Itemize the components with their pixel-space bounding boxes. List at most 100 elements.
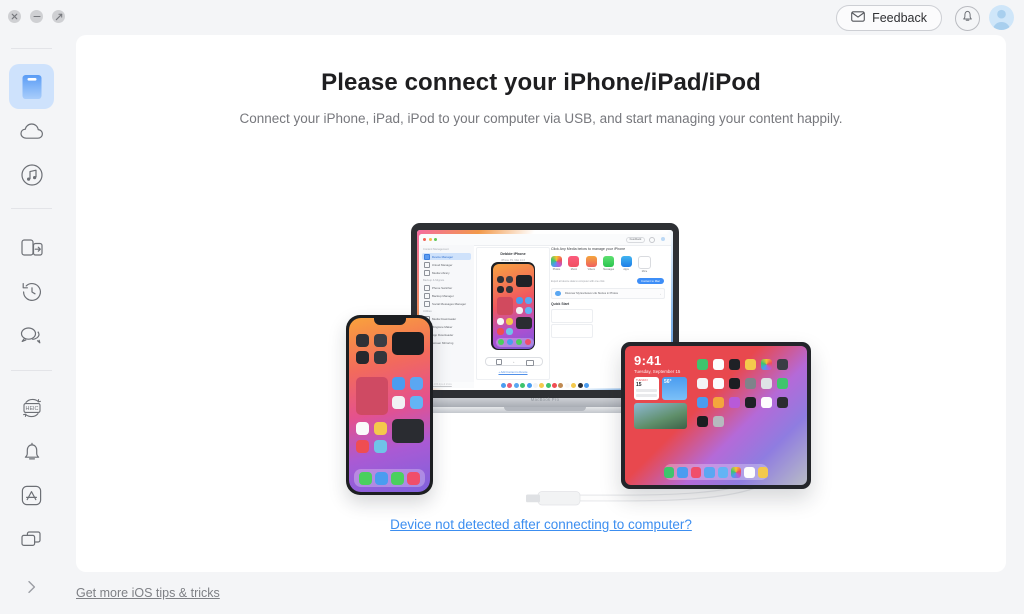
- ipad-dock: [664, 464, 768, 480]
- inner-sidebar-item-label: Ringtone Maker: [432, 324, 453, 329]
- device-not-detected-link[interactable]: Device not detected after connecting to …: [76, 517, 1006, 532]
- sidebar-item-ringtone-maker[interactable]: [9, 429, 54, 474]
- bell-icon: [961, 9, 974, 28]
- cloud-icon: [424, 261, 430, 268]
- sidebar-item-social-messages-manager[interactable]: [9, 313, 54, 358]
- feedback-button[interactable]: Feedback: [836, 5, 942, 31]
- close-icon[interactable]: [8, 10, 21, 23]
- sidebar-item-phone-switcher[interactable]: [9, 225, 54, 270]
- sidebar-item-app-downloader[interactable]: [9, 473, 54, 518]
- ipad-screen: 9:41 Tuesday, September 15 TUESDAY 15 56…: [625, 346, 807, 485]
- inner-sidebar-item-label: Device Manager: [432, 254, 454, 259]
- ipad-device: 9:41 Tuesday, September 15 TUESDAY 15 56…: [621, 342, 811, 489]
- user-avatar-icon: [992, 9, 1011, 30]
- sidebar-expand-button[interactable]: [9, 572, 54, 606]
- sidebar-item-screen-mirroring[interactable]: [9, 517, 54, 562]
- devices-illustration: Feedback Content Management Device Manag…: [261, 175, 821, 515]
- iphone-device: [346, 315, 433, 495]
- inner-media-tile: More: [637, 256, 651, 274]
- top-bar: Feedback: [63, 0, 1024, 33]
- ipad-date: Tuesday, September 15: [634, 369, 681, 374]
- notifications-button[interactable]: [955, 6, 980, 31]
- gear-icon: [649, 237, 655, 244]
- sidebar-item-backup-manager[interactable]: [9, 269, 54, 314]
- inner-sidebar-item-label: iCloud Manager: [432, 262, 453, 267]
- inner-media-tile-label: Music: [570, 268, 578, 272]
- music-icon: [568, 256, 580, 267]
- inner-media-tile: Videos: [585, 256, 597, 273]
- inner-sidebar-group-title: Content Management: [423, 248, 449, 251]
- iphone-dock: [354, 469, 425, 487]
- minimize-icon: [428, 238, 432, 241]
- apps-icon: [620, 256, 632, 267]
- device-phone-icon: [20, 74, 44, 100]
- inner-sidebar-item-label: Phone Switcher: [432, 285, 453, 290]
- computer-icon: [526, 359, 534, 366]
- messages-icon: [603, 256, 615, 267]
- transfer-icon: [424, 284, 430, 291]
- inner-quick-tile: [551, 324, 593, 338]
- inner-device-panel: Debbie·iPhone iPhone XS, Max 14.3 60.5 G…: [476, 247, 550, 380]
- inner-sidebar-item-label: App Downloader: [432, 332, 454, 337]
- inner-sidebar-item: Device Manager: [422, 253, 471, 260]
- cloud-icon: [19, 121, 45, 141]
- page-subtitle: Connect your iPhone, iPad, iPod to your …: [239, 111, 843, 126]
- ipad-widget-calendar: TUESDAY 15: [634, 377, 659, 400]
- inner-sidebar-group-title: Backup & Migrate: [423, 279, 445, 282]
- inner-media-tile-label: More: [641, 270, 648, 274]
- heic-convert-icon: HEIC: [19, 396, 45, 420]
- ipad-widget-weather: 56°: [662, 377, 687, 400]
- inner-sidebar-group-title: Utilities: [423, 310, 432, 313]
- inner-sidebar-item: iCloud Manager: [422, 261, 471, 268]
- inner-sidebar-item: Media Library: [422, 269, 471, 276]
- sidebar-item-icloud-manager[interactable]: [9, 108, 54, 153]
- inner-media-panel: Click Any Media below to manage your iPh…: [551, 247, 668, 338]
- minimize-icon[interactable]: [30, 10, 43, 23]
- bell-icon: [21, 440, 43, 464]
- inner-media-tile: Music: [568, 256, 580, 273]
- avatar[interactable]: [989, 5, 1014, 30]
- inner-banner: Discover My Exclusive Life Stories in Ph…: [551, 288, 665, 299]
- sidebar-item-media-library[interactable]: [9, 152, 54, 197]
- inner-media-tile-label: Messages: [603, 268, 615, 272]
- transfer-icon: [20, 237, 44, 259]
- inner-sidebar-item: Social Messages Manager: [422, 300, 471, 307]
- main-card: Please connect your iPhone/iPad/iPod Con…: [76, 35, 1006, 572]
- inner-media-tile-label: Apps: [623, 268, 629, 272]
- iphone-screen: [349, 318, 430, 492]
- history-clock-icon: [20, 280, 44, 304]
- inner-media-tiles: Photos Music Videos Messages Apps More: [551, 256, 651, 273]
- sidebar-divider: [11, 48, 52, 49]
- chat-bubbles-icon: [19, 325, 44, 346]
- music-note-circle-icon: [20, 163, 44, 187]
- app-store-icon: [20, 484, 43, 507]
- phone-icon: [496, 359, 502, 366]
- chat-bubbles-icon: [424, 300, 430, 307]
- app-window: HEIC Feedback Please connect your iPhone…: [0, 0, 1024, 614]
- chevron-right-icon: [25, 579, 38, 600]
- photos-icon: [551, 256, 562, 267]
- inner-export-note: Export all device data to computer with …: [551, 280, 606, 283]
- device-phone-icon: [424, 253, 430, 260]
- more-icon: [637, 256, 651, 269]
- sidebar-item-heic-converter[interactable]: HEIC: [9, 385, 54, 430]
- inner-media-tile-label: Videos: [587, 268, 595, 272]
- inner-quick-start-title: Quick Start: [551, 302, 570, 306]
- svg-text:HEIC: HEIC: [25, 406, 38, 412]
- sidebar-item-device-manager[interactable]: [9, 64, 54, 109]
- sidebar: HEIC: [0, 0, 65, 614]
- music-note-circle-icon: [424, 269, 430, 276]
- inner-panel-heading: Click Any Media below to manage your iPh…: [551, 247, 626, 251]
- envelope-icon: [851, 11, 865, 25]
- inner-media-tile: Messages: [603, 256, 615, 273]
- feedback-button-label: Feedback: [872, 11, 927, 25]
- macbook-notch: [504, 407, 586, 411]
- inner-sidebar-item: Backup Manager: [422, 292, 471, 299]
- ios-tips-link[interactable]: Get more iOS tips & tricks: [76, 586, 220, 600]
- inner-sidebar-item-label: Media Downloader: [432, 316, 457, 321]
- inner-device-toggle: +: [485, 357, 543, 366]
- inner-export-button: Content to Mac: [637, 278, 664, 285]
- inner-feedback-button: Feedback: [626, 236, 645, 243]
- inner-phone-screen: [492, 263, 534, 349]
- maximize-icon: [434, 238, 437, 241]
